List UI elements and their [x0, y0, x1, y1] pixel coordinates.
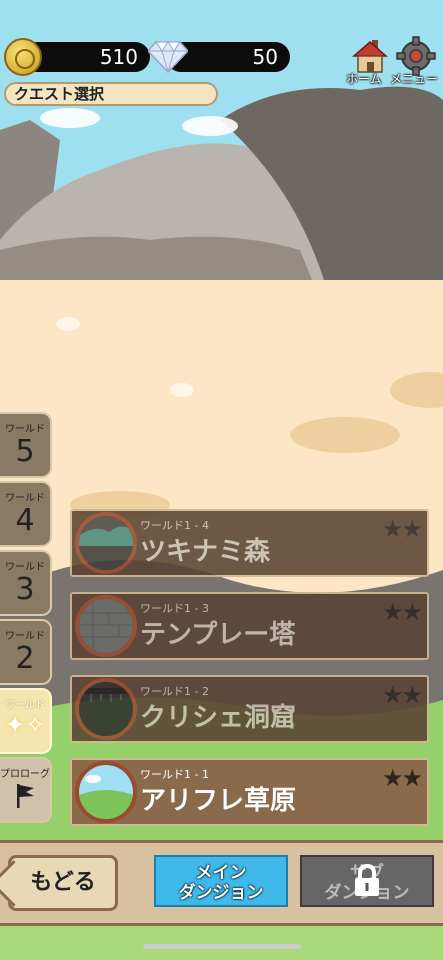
- dungeon-thumbnail: [75, 761, 137, 823]
- world-tab-label: ワールド: [5, 631, 45, 642]
- star-rating-icon: ★★: [381, 515, 423, 543]
- main-dungeon-line2: ダンジョン: [178, 883, 264, 903]
- world-tab-2[interactable]: ワールド 2: [0, 619, 52, 685]
- dungeon-item-1-1[interactable]: ワールド1 - 1 アリフレ草原 ★★: [70, 758, 429, 826]
- dungeon-name: クリシェ洞窟: [140, 703, 297, 733]
- main-dungeon-button[interactable]: メイン ダンジョン: [154, 855, 288, 907]
- world-tab-number: 5: [15, 434, 35, 469]
- dungeon-thumbnail: [75, 595, 137, 657]
- lock-icon: [355, 864, 379, 896]
- grass-strip: [0, 920, 443, 960]
- world-tab-1-selected[interactable]: ワールド ✦✧: [0, 688, 52, 754]
- dungeon-item-1-2[interactable]: ワールド1 - 2 クリシェ洞窟 ★★: [70, 675, 429, 743]
- world-tab-4[interactable]: ワールド 4: [0, 481, 52, 547]
- home-indicator: [143, 944, 301, 949]
- world-tab-number: 3: [15, 572, 35, 607]
- dungeon-item-1-3[interactable]: ワールド1 - 3 テンプレー塔 ★★: [70, 592, 429, 660]
- world-tab-label: ワールド: [5, 493, 45, 504]
- dungeon-name: アリフレ草原: [140, 786, 297, 816]
- gem-value: 50: [252, 45, 278, 69]
- star-rating-icon: ★★: [381, 598, 423, 626]
- home-label[interactable]: ホーム: [346, 70, 382, 87]
- star-rating-icon: ★★: [381, 764, 423, 792]
- dungeon-name: テンプレー塔: [140, 620, 296, 650]
- back-label: もどる: [30, 870, 96, 895]
- dungeon-item-1-4[interactable]: ワールド1 - 4 ツキナミ森 ★★: [70, 509, 429, 577]
- world-tab-label: ワールド: [5, 700, 45, 711]
- world-tab-3[interactable]: ワールド 3: [0, 550, 52, 616]
- main-dungeon-line1: メイン: [195, 863, 247, 883]
- dungeon-thumbnail: [75, 512, 137, 574]
- back-button[interactable]: もどる: [8, 855, 118, 911]
- flag-icon: [17, 784, 34, 808]
- menu-label[interactable]: メニュー: [390, 70, 438, 87]
- dungeon-name: ツキナミ森: [140, 537, 271, 567]
- dungeon-thumbnail: [75, 678, 137, 740]
- world-tab-number: 4: [15, 503, 35, 538]
- sparkle-icon: ✦✧: [4, 711, 46, 739]
- star-rating-icon: ★★: [381, 681, 423, 709]
- coin-icon: [4, 38, 42, 76]
- diamond-icon: [148, 41, 188, 74]
- world-tab-label: ワールド: [5, 424, 45, 435]
- world-tab-5[interactable]: ワールド 5: [0, 412, 52, 478]
- rocks: [0, 86, 443, 300]
- world-tab-number: 2: [15, 641, 35, 676]
- world-tab-label: プロローグ: [0, 769, 50, 780]
- coin-value: 510: [99, 45, 138, 69]
- prologue-tab[interactable]: プロローグ: [0, 757, 52, 823]
- quest-select-title: クエスト選択: [4, 82, 218, 106]
- world-tab-label: ワールド: [5, 562, 45, 573]
